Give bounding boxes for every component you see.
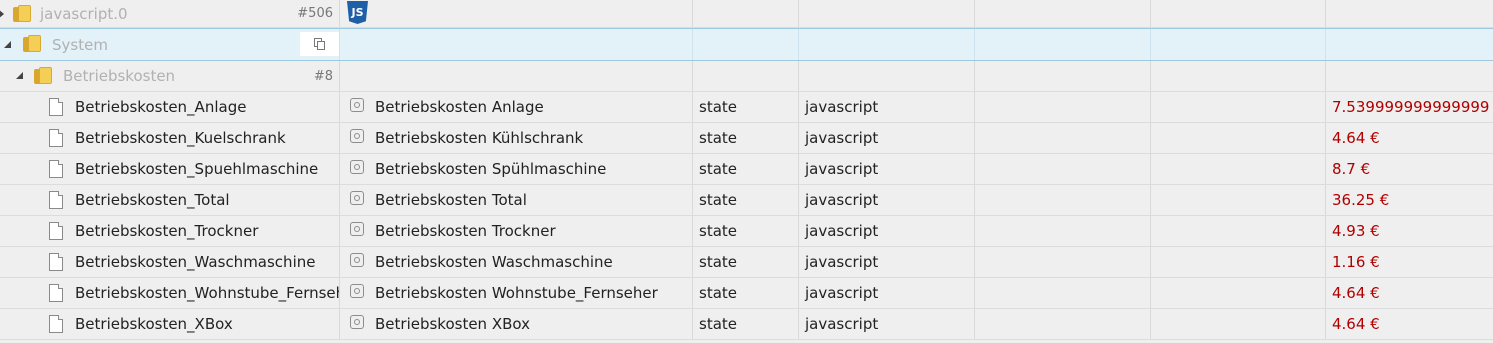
state-role: javascript bbox=[805, 98, 879, 116]
adapter-name: javascript.0 bbox=[40, 4, 128, 23]
state-id: Betriebskosten_Spuehlmaschine bbox=[75, 160, 319, 178]
state-id: Betriebskosten_Trockner bbox=[75, 222, 259, 240]
state-name: Betriebskosten Trockner bbox=[375, 222, 556, 240]
file-icon bbox=[49, 129, 63, 147]
state-role: javascript bbox=[805, 284, 879, 302]
table-row[interactable]: Betriebskosten_Spuehlmaschine Betriebsko… bbox=[0, 154, 1493, 185]
state-icon bbox=[350, 284, 364, 298]
state-type: state bbox=[699, 222, 737, 240]
state-icon bbox=[350, 253, 364, 267]
file-icon bbox=[49, 284, 63, 302]
table-row[interactable]: Betriebskosten_Waschmaschine Betriebskos… bbox=[0, 247, 1493, 278]
system-name: System bbox=[52, 35, 108, 54]
state-value[interactable]: 8.7 € bbox=[1332, 160, 1370, 178]
folder-icon bbox=[23, 35, 41, 52]
state-value[interactable]: 4.93 € bbox=[1332, 222, 1380, 240]
table-row[interactable]: Betriebskosten_Trockner Betriebskosten T… bbox=[0, 216, 1493, 247]
state-role: javascript bbox=[805, 160, 879, 178]
id-cell: Betriebskosten #8 bbox=[0, 61, 340, 91]
state-name: Betriebskosten Wohnstube_Fernseher bbox=[375, 284, 658, 302]
state-value[interactable]: 4.64 € bbox=[1332, 129, 1380, 147]
folder-icon bbox=[34, 67, 52, 84]
state-type: state bbox=[699, 315, 737, 333]
id-cell: javascript.0 #506 bbox=[0, 0, 340, 27]
state-role: javascript bbox=[805, 222, 879, 240]
copy-icon bbox=[314, 38, 325, 50]
state-icon bbox=[350, 98, 364, 112]
id-cell: System bbox=[0, 29, 340, 60]
state-icon bbox=[350, 160, 364, 174]
state-type: state bbox=[699, 253, 737, 271]
folder-count: #8 bbox=[313, 68, 333, 84]
file-icon bbox=[49, 191, 63, 209]
state-type: state bbox=[699, 191, 737, 209]
state-type: state bbox=[699, 284, 737, 302]
folder-icon bbox=[13, 5, 31, 22]
state-value[interactable]: 4.64 € bbox=[1332, 284, 1380, 302]
state-icon bbox=[350, 315, 364, 329]
collapse-icon[interactable] bbox=[4, 41, 11, 48]
state-role: javascript bbox=[805, 191, 879, 209]
state-role: javascript bbox=[805, 129, 879, 147]
object-tree-grid: javascript.0 #506 JS System Betriebskost… bbox=[0, 0, 1493, 340]
folder-name: Betriebskosten bbox=[63, 67, 176, 85]
table-row[interactable]: Betriebskosten_Total Betriebskosten Tota… bbox=[0, 185, 1493, 216]
file-icon bbox=[49, 160, 63, 178]
state-name: Betriebskosten Anlage bbox=[375, 98, 544, 116]
collapse-icon[interactable] bbox=[16, 72, 23, 79]
state-id: Betriebskosten_XBox bbox=[75, 315, 233, 333]
state-icon bbox=[350, 191, 364, 205]
file-icon bbox=[49, 253, 63, 271]
table-row[interactable]: Betriebskosten_Kuelschrank Betriebskoste… bbox=[0, 123, 1493, 154]
state-type: state bbox=[699, 98, 737, 116]
table-row[interactable]: Betriebskosten_Anlage Betriebskosten Anl… bbox=[0, 92, 1493, 123]
state-id: Betriebskosten_Kuelschrank bbox=[75, 129, 286, 147]
state-role: javascript bbox=[805, 253, 879, 271]
state-value[interactable]: 4.64 € bbox=[1332, 315, 1380, 333]
state-type: state bbox=[699, 129, 737, 147]
state-name: Betriebskosten Spühlmaschine bbox=[375, 160, 607, 178]
tree-row-folder[interactable]: Betriebskosten #8 bbox=[0, 61, 1493, 92]
state-value[interactable]: 1.16 € bbox=[1332, 253, 1380, 271]
state-id: Betriebskosten_Anlage bbox=[75, 98, 247, 116]
state-name: Betriebskosten Waschmaschine bbox=[375, 253, 613, 271]
state-icon bbox=[350, 129, 364, 143]
table-row[interactable]: Betriebskosten_Wohnstube_Fernsehe Betrie… bbox=[0, 278, 1493, 309]
state-value[interactable]: 7.539999999999999 € bbox=[1332, 98, 1493, 116]
state-icon bbox=[350, 222, 364, 236]
state-type: state bbox=[699, 160, 737, 178]
file-icon bbox=[49, 315, 63, 333]
table-row[interactable]: Betriebskosten_XBox Betriebskosten XBox … bbox=[0, 309, 1493, 340]
state-id: Betriebskosten_Waschmaschine bbox=[75, 253, 316, 271]
file-icon bbox=[49, 222, 63, 240]
expand-icon[interactable] bbox=[0, 9, 4, 19]
copy-button[interactable] bbox=[300, 32, 339, 56]
tree-row-system[interactable]: System bbox=[0, 28, 1493, 61]
state-id: Betriebskosten_Total bbox=[75, 191, 230, 209]
file-icon bbox=[49, 98, 63, 116]
state-value[interactable]: 36.25 € bbox=[1332, 191, 1389, 209]
state-name: Betriebskosten Kühlschrank bbox=[375, 129, 584, 147]
js-icon: JS bbox=[347, 1, 368, 24]
state-id: Betriebskosten_Wohnstube_Fernsehe bbox=[75, 284, 340, 302]
state-name: Betriebskosten XBox bbox=[375, 315, 530, 333]
adapter-count: #506 bbox=[297, 6, 333, 21]
state-role: javascript bbox=[805, 315, 879, 333]
tree-row-adapter[interactable]: javascript.0 #506 JS bbox=[0, 0, 1493, 28]
state-name: Betriebskosten Total bbox=[375, 191, 527, 209]
